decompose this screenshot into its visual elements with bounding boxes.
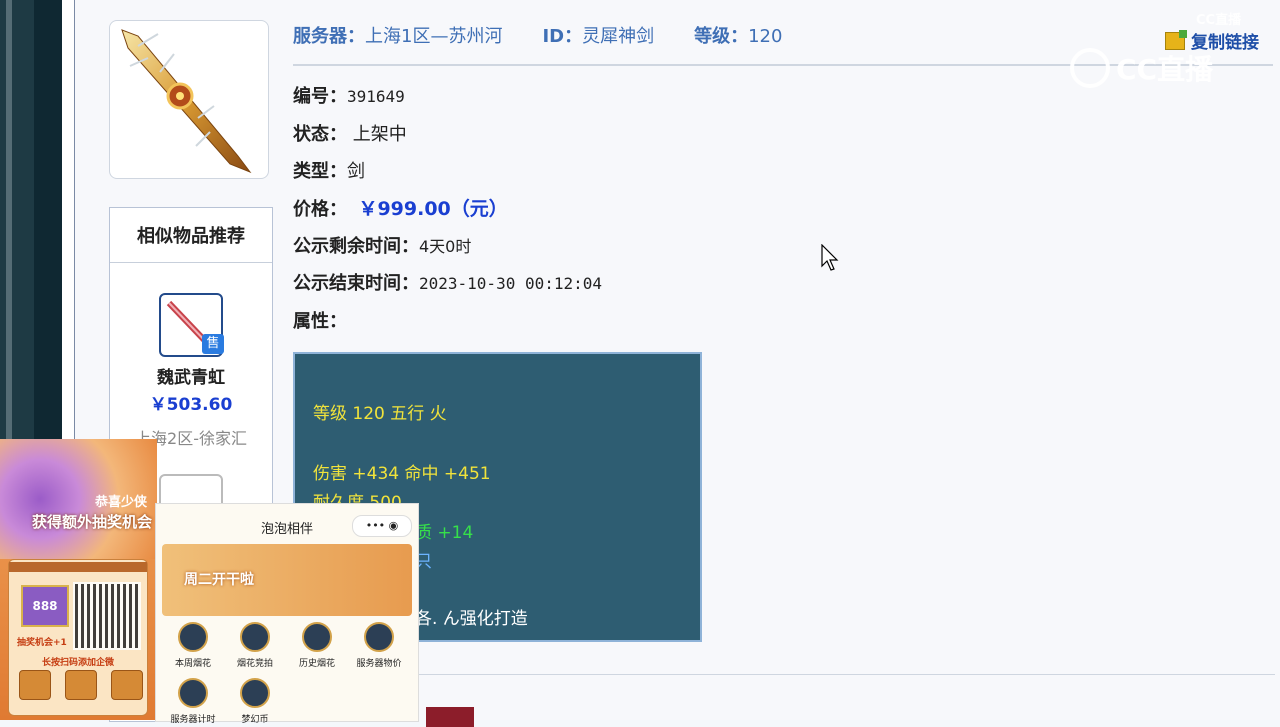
similar-items-title: 相似物品推荐	[110, 208, 272, 263]
bottom-divider	[415, 674, 1275, 675]
attributes-row: 属性：	[293, 307, 347, 333]
promo-title-2: 获得额外抽奖机会	[32, 513, 153, 531]
promo-card: 888 抽奖机会+1 长按扫码添加企微	[8, 559, 148, 716]
promo-value-badge: 888	[21, 585, 69, 627]
promo-line-1: 抽奖机会+1	[17, 638, 67, 648]
cc-logo: CC直播	[1070, 46, 1240, 90]
mini-item-label: 历史烟花	[298, 659, 335, 669]
number-value: 391649	[347, 87, 405, 106]
number-label: 编号：	[293, 86, 347, 107]
price-icon	[364, 622, 394, 652]
mini-program-menu-button[interactable]: ••• ◉	[352, 515, 412, 537]
mini-item-label: 梦幻币	[241, 715, 269, 725]
mini-item-label: 烟花竞拍	[236, 659, 273, 669]
mini-item-server-timer[interactable]: 服务器计时	[162, 678, 224, 725]
auction-icon	[240, 622, 270, 652]
attr-forge: 各. ん强化打造	[415, 609, 528, 629]
promo-line-2: 长按扫码添加企微	[41, 658, 114, 668]
mini-item-firework-auction[interactable]: 烟花竞拍	[224, 622, 286, 669]
cc-logo-icon	[1070, 48, 1110, 88]
promo-overlay: 恭喜少侠 获得额外抽奖机会 888 抽奖机会+1 长按扫码添加企微	[0, 439, 157, 720]
mini-item-server-prices[interactable]: 服务器物价	[348, 622, 410, 669]
price-label: 价格：	[293, 199, 347, 220]
more-icon: •••	[365, 519, 386, 532]
promo-title-1: 恭喜少侠	[95, 495, 148, 510]
price-row: 价格： ￥999.00（元）	[293, 194, 508, 221]
status-label: 状态：	[293, 124, 347, 145]
close-circle-icon[interactable]: ◉	[389, 519, 399, 532]
promo-reward-icon-1	[19, 670, 51, 700]
id-info: ID：灵犀神剑	[542, 22, 654, 54]
server-label: 服务器：	[293, 26, 365, 47]
timer-icon	[178, 678, 208, 708]
close-button[interactable]	[426, 707, 474, 727]
level-info: 等级：120	[694, 22, 782, 54]
type-label: 类型：	[293, 161, 347, 182]
fireworks-icon	[178, 622, 208, 652]
cc-logo-text: CC直播	[1116, 53, 1214, 86]
end-value: 2023-10-30 00:12:04	[419, 274, 603, 293]
remaining-label: 公示剩余时间：	[293, 236, 419, 257]
mini-item-firework-history[interactable]: 历史烟花	[286, 622, 348, 669]
mini-program-panel: 泡泡相伴 ••• ◉ 周二开干啦 本周烟花 烟花竞拍 历史烟花 服务器物价 服务…	[155, 503, 419, 725]
promo-reward-icon-3	[111, 670, 143, 700]
attr-damage-hit: 伤害 +434 命中 +451	[313, 464, 491, 484]
type-value: 剑	[347, 161, 365, 182]
promo-icons	[19, 670, 143, 700]
remaining-row: 公示剩余时间：4天0时	[293, 232, 471, 258]
mini-item-label: 服务器物价	[356, 659, 402, 669]
mini-banner-text: 周二开干啦	[184, 572, 254, 588]
mini-item-label: 本周烟花	[174, 659, 211, 669]
status-value: 上架中	[352, 124, 407, 145]
server-value: 上海1区—苏州河	[365, 26, 503, 47]
promo-reward-icon-2	[65, 670, 97, 700]
mini-item-weekly-fireworks[interactable]: 本周烟花	[162, 622, 224, 669]
status-row: 状态： 上架中	[293, 120, 407, 146]
end-label: 公示结束时间：	[293, 273, 419, 294]
type-row: 类型：剑	[293, 157, 365, 183]
remaining-value: 4天0时	[419, 237, 472, 256]
id-value: 灵犀神剑	[582, 26, 655, 47]
mouse-cursor-icon	[821, 244, 839, 271]
price-value: ￥999.00（元）	[358, 198, 508, 220]
item-header: 服务器：上海1区—苏州河 ID：灵犀神剑 等级：120	[293, 22, 782, 54]
attr-quality: 质 +14	[415, 523, 474, 543]
coin-icon	[240, 678, 270, 708]
mini-banner[interactable]: 周二开干啦	[162, 544, 412, 616]
number-row: 编号：391649	[293, 82, 405, 108]
similar-item-name[interactable]: 魏武青虹	[110, 363, 272, 388]
server-info: 服务器：上海1区—苏州河	[293, 22, 502, 54]
level-label: 等级：	[694, 26, 749, 47]
mini-item-game-coin[interactable]: 梦幻币	[224, 678, 286, 725]
mini-item-label: 服务器计时	[170, 715, 216, 725]
qr-code-icon	[73, 582, 141, 650]
id-label: ID：	[542, 26, 583, 47]
sale-badge: 售	[202, 334, 224, 354]
level-value: 120	[748, 26, 783, 47]
sword-image	[121, 29, 252, 174]
similar-item-price: ￥503.60	[149, 395, 233, 415]
attributes-label: 属性：	[293, 311, 347, 332]
end-time-row: 公示结束时间：2023-10-30 00:12:04	[293, 269, 602, 295]
history-icon	[302, 622, 332, 652]
attr-level-element: 等级 120 五行 火	[313, 404, 447, 424]
promo-card-header	[9, 562, 147, 572]
cc-watermark-small: CC直播	[1196, 13, 1242, 28]
